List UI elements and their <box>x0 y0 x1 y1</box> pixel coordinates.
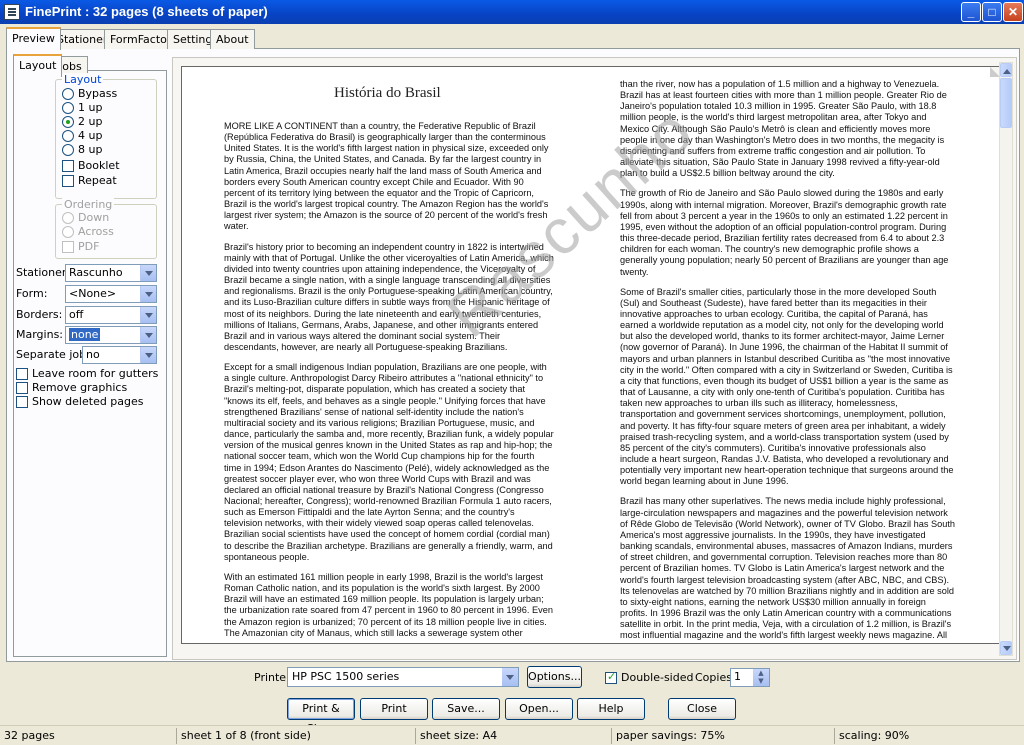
preview-scrollbar[interactable] <box>999 62 1013 656</box>
printer-options-button[interactable]: Options... <box>527 666 582 688</box>
status-paper-savings: paper savings: 75% <box>611 728 729 744</box>
layout-group: Layout Bypass 1 up 2 up 4 up 8 up Bookle… <box>55 73 157 199</box>
scroll-down-icon[interactable] <box>1000 641 1012 655</box>
open-button[interactable]: Open... <box>505 698 573 720</box>
paragraph: With an estimated 161 million people in … <box>224 571 553 638</box>
status-pages: 32 pages <box>4 729 55 742</box>
radio-icon <box>62 212 74 224</box>
print-and-close-button[interactable]: Print & Close <box>287 698 355 735</box>
checkbox-checked-icon <box>605 670 617 684</box>
radio-icon <box>62 144 74 156</box>
double-sided-checkbox[interactable]: Double-sided <box>605 670 693 684</box>
options-pane: Layout Jobs Layout Bypass 1 up 2 up 4 up… <box>10 52 170 659</box>
ordering-group-title: Ordering <box>62 198 115 211</box>
ordering-across-option[interactable]: Across <box>62 225 114 239</box>
chevron-down-icon <box>140 265 156 281</box>
form-label: Form: <box>16 287 48 300</box>
sheet-preview: História do Brasil MORE LIKE A CONTINENT… <box>181 66 1001 644</box>
tab-preview[interactable]: Preview <box>6 27 61 50</box>
borders-label: Borders: <box>16 308 63 321</box>
show-deleted-pages-checkbox[interactable]: Show deleted pages <box>16 395 144 409</box>
chevron-down-icon <box>140 286 156 302</box>
app-icon <box>4 4 20 20</box>
layout-2up-option[interactable]: 2 up <box>62 115 102 129</box>
paragraph: MORE LIKE A CONTINENT than a country, th… <box>224 121 549 232</box>
checkbox-icon <box>62 241 74 253</box>
status-sheet: sheet 1 of 8 (front side) <box>176 728 315 744</box>
status-bar: 32 pages sheet 1 of 8 (front side) sheet… <box>0 725 1024 745</box>
form-select[interactable]: <None> <box>65 285 157 303</box>
tab-layout[interactable]: Layout <box>13 54 63 77</box>
maximize-button[interactable]: □ <box>982 2 1002 22</box>
save-button[interactable]: Save... <box>432 698 500 720</box>
checkbox-icon <box>62 175 74 187</box>
status-sheet-size: sheet size: A4 <box>415 728 501 744</box>
remove-graphics-checkbox[interactable]: Remove graphics <box>16 381 127 395</box>
radio-icon <box>62 130 74 142</box>
spinner-arrows-icon[interactable]: ▲ ▼ <box>753 669 769 686</box>
print-button[interactable]: Print <box>360 698 428 720</box>
paragraph: Except for a small indigenous Indian pop… <box>224 362 554 562</box>
borders-select[interactable]: off <box>65 306 157 324</box>
minimize-button[interactable]: _ <box>961 2 981 22</box>
paragraph: Some of Brazil's smaller cities, particu… <box>620 286 954 487</box>
paragraph: Brazil has many other superlatives. The … <box>620 496 955 643</box>
radio-selected-icon <box>62 116 74 128</box>
scroll-thumb[interactable] <box>1000 78 1012 128</box>
booklet-checkbox[interactable]: Booklet <box>62 159 120 173</box>
ordering-group: Ordering Down Across PDF <box>55 198 157 259</box>
layout-group-title: Layout <box>62 73 104 86</box>
close-button[interactable]: Close <box>668 698 736 720</box>
chevron-down-icon <box>140 347 156 363</box>
paragraph: The growth of Rio de Janeiro and São Pau… <box>620 188 949 277</box>
tab-about[interactable]: About <box>210 29 255 49</box>
checkbox-icon <box>16 396 28 408</box>
title-bar: FinePrint : 32 pages (8 sheets of paper)… <box>0 0 1024 24</box>
repeat-checkbox[interactable]: Repeat <box>62 174 117 188</box>
leave-room-gutters-checkbox[interactable]: Leave room for gutters <box>16 367 158 381</box>
radio-icon <box>62 226 74 238</box>
checkbox-icon <box>16 382 28 394</box>
layout-bypass-option[interactable]: Bypass <box>62 87 117 101</box>
separate-jobs-select[interactable]: no <box>82 346 157 364</box>
margins-label: Margins: <box>16 328 64 341</box>
status-scaling: scaling: 90% <box>834 728 913 744</box>
scroll-up-icon[interactable] <box>1000 63 1012 77</box>
document-title: História do Brasil <box>334 85 441 101</box>
pdf-checkbox[interactable]: PDF <box>62 240 99 254</box>
radio-icon <box>62 88 74 100</box>
copies-spinner[interactable]: 1 ▲ ▼ <box>730 668 770 687</box>
close-window-button[interactable]: ✕ <box>1003 2 1023 22</box>
stationery-select[interactable]: Rascunho <box>65 264 157 282</box>
checkbox-icon <box>16 368 28 380</box>
checkbox-icon <box>62 160 74 172</box>
chevron-down-icon <box>140 327 156 343</box>
left-page-text: MORE LIKE A CONTINENT than a country, th… <box>224 121 554 643</box>
chevron-down-icon <box>140 307 156 323</box>
radio-icon <box>62 102 74 114</box>
printer-select[interactable]: HP PSC 1500 series <box>287 667 519 687</box>
ordering-down-option[interactable]: Down <box>62 211 109 225</box>
layout-1up-option[interactable]: 1 up <box>62 101 102 115</box>
layout-8up-option[interactable]: 8 up <box>62 143 102 157</box>
preview-area[interactable]: História do Brasil MORE LIKE A CONTINENT… <box>172 57 1017 660</box>
help-button[interactable]: Help <box>577 698 645 720</box>
margins-select[interactable]: none <box>65 326 157 344</box>
chevron-down-icon <box>502 668 518 686</box>
layout-4up-option[interactable]: 4 up <box>62 129 102 143</box>
window-title: FinePrint : 32 pages (8 sheets of paper) <box>25 4 268 19</box>
